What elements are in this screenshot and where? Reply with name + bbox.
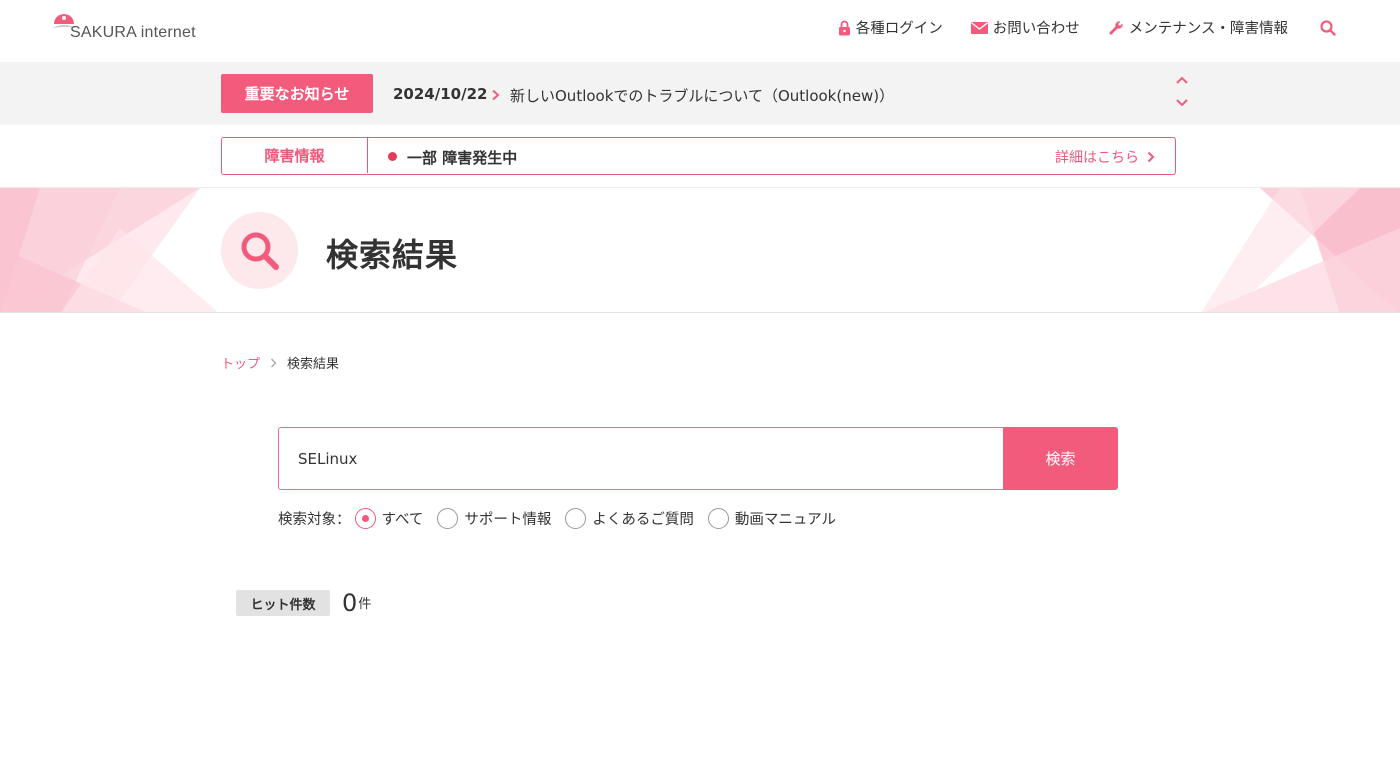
hit-count: ヒット件数 0 件 xyxy=(236,590,371,616)
notice-scroll-arrows[interactable] xyxy=(1174,72,1190,112)
logo-text[interactable]: SAKURA internet xyxy=(70,24,196,42)
status-text: 一部 障害発生中 xyxy=(407,149,518,167)
notice-date: 2024/10/22 xyxy=(393,85,488,103)
search-target-label: 検索対象： xyxy=(278,512,351,528)
nav-maintenance-label: メンテナンス・障害情報 xyxy=(1128,21,1288,37)
hero-search-badge xyxy=(221,212,298,289)
status-label: 障害情報 xyxy=(222,138,368,173)
radio-video[interactable]: 動画マニュアル xyxy=(707,508,836,529)
notice-badge: 重要なお知らせ xyxy=(221,74,373,113)
wrench-icon xyxy=(1109,20,1123,35)
hit-count-unit: 件 xyxy=(358,597,372,612)
radio-circle[interactable] xyxy=(565,508,587,529)
chevron-down-icon xyxy=(1176,99,1188,107)
radio-circle[interactable] xyxy=(437,508,459,529)
important-notice-bar: 重要なお知らせ 2024/10/22 新しいOutlookでのトラブルについて（… xyxy=(0,62,1400,125)
status-details-label: 詳細はこちら xyxy=(1055,150,1139,166)
radio-faq[interactable]: よくあるご質問 xyxy=(565,508,694,529)
nav-login-label: 各種ログイン xyxy=(855,21,943,37)
radio-all[interactable]: すべて xyxy=(354,508,424,529)
chevron-right-icon xyxy=(271,358,277,367)
status-details-link[interactable]: 詳細はこちら xyxy=(1055,147,1155,167)
radio-all-label: すべて xyxy=(381,512,424,528)
mail-icon xyxy=(970,21,988,34)
breadcrumb-top[interactable]: トップ xyxy=(221,353,260,372)
chevron-right-icon xyxy=(492,89,500,101)
lock-icon xyxy=(838,20,850,35)
search-icon xyxy=(241,232,279,270)
header-nav: 各種ログイン お問い合わせ メンテナンス・障害情報 xyxy=(838,17,1336,38)
page-title: 検索結果 xyxy=(326,236,459,274)
search-target-options: 検索対象： すべて サポート情報 よくあるご質問 動画マニュアル xyxy=(278,508,850,529)
breadcrumb-current: 検索結果 xyxy=(287,357,340,372)
radio-circle[interactable] xyxy=(707,508,729,529)
nav-login[interactable]: 各種ログイン xyxy=(838,17,943,38)
radio-circle-selected[interactable] xyxy=(354,508,376,529)
search-button[interactable]: 検索 xyxy=(1003,427,1118,490)
search-form: 検索 xyxy=(278,427,1118,490)
breadcrumb: トップ 検索結果 xyxy=(221,353,339,372)
nav-contact[interactable]: お問い合わせ xyxy=(970,17,1080,38)
site-header: SAKURA internet 各種ログイン お問い合わせ メンテナンス・障害情… xyxy=(0,0,1400,62)
page-hero: 検索結果 xyxy=(0,187,1400,313)
hero-background-pattern xyxy=(0,188,1400,312)
radio-faq-label: よくあるご質問 xyxy=(592,512,694,528)
search-icon[interactable] xyxy=(1320,19,1336,36)
hit-count-value: 0 xyxy=(342,589,358,617)
radio-support-label: サポート情報 xyxy=(464,512,552,528)
nav-contact-label: お問い合わせ xyxy=(992,21,1080,37)
chevron-right-icon xyxy=(1147,151,1155,163)
alert-dot-icon xyxy=(388,152,397,161)
radio-video-label: 動画マニュアル xyxy=(734,512,836,528)
chevron-up-icon xyxy=(1176,76,1188,84)
notice-link[interactable]: 新しいOutlookでのトラブルについて（Outlook(new)） xyxy=(510,85,894,106)
nav-maintenance[interactable]: メンテナンス・障害情報 xyxy=(1108,17,1288,38)
radio-support[interactable]: サポート情報 xyxy=(437,508,551,529)
outage-status-bar: 障害情報 一部 障害発生中 詳細はこちら xyxy=(221,137,1176,175)
search-input[interactable] xyxy=(278,427,1004,490)
hit-count-label: ヒット件数 xyxy=(236,590,330,616)
